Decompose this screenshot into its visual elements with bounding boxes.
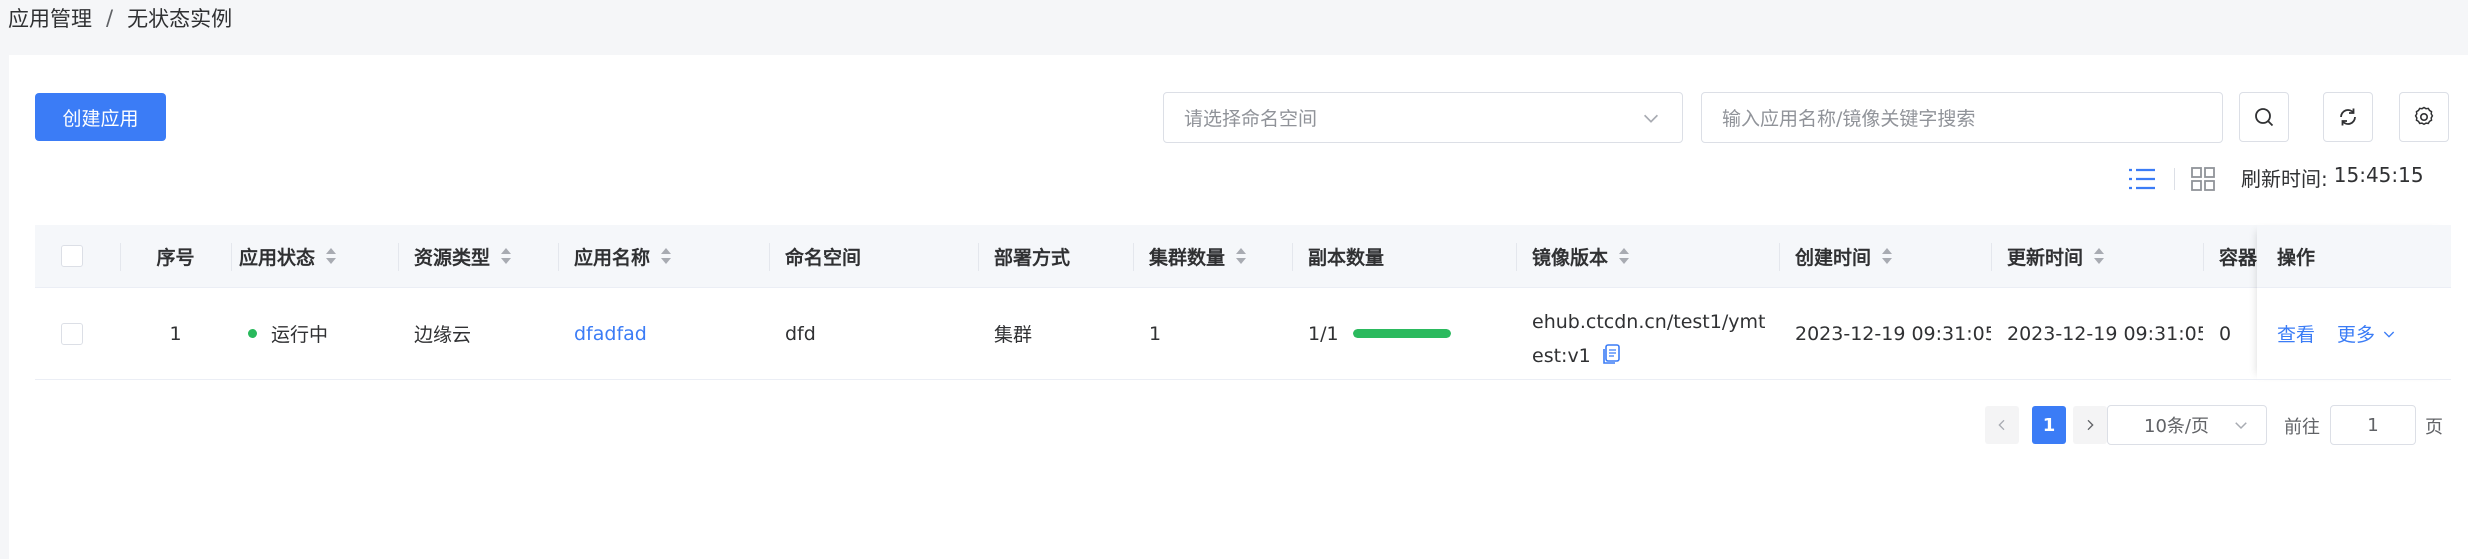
prev-page-button[interactable] bbox=[1985, 406, 2019, 444]
header-resource-type[interactable]: 资源类型 bbox=[398, 225, 558, 287]
row-image-version: ehub.ctcdn.cn/test1/ymtest:v1 bbox=[1516, 288, 1779, 379]
namespace-select[interactable]: 请选择命名空间 bbox=[1163, 92, 1683, 143]
sort-icon bbox=[1882, 248, 1893, 264]
select-all-checkbox[interactable] bbox=[61, 245, 83, 267]
header-actions: 操作 bbox=[2261, 225, 2451, 287]
row-app-name-link[interactable]: dfadfad bbox=[558, 288, 769, 379]
row-index: 1 bbox=[169, 322, 182, 345]
goto-label: 前往 bbox=[2284, 417, 2320, 438]
breadcrumb-parent[interactable]: 应用管理 bbox=[8, 3, 92, 33]
row-actions: 查看 更多 bbox=[2261, 288, 2451, 379]
refresh-label: 刷新时间: bbox=[2241, 167, 2328, 191]
select-all-cell bbox=[61, 225, 101, 287]
refresh-button[interactable] bbox=[2323, 92, 2373, 142]
chevron-down-icon bbox=[1643, 114, 1659, 123]
page-unit-label: 页 bbox=[2425, 417, 2443, 438]
search-icon bbox=[2255, 108, 2274, 127]
chevron-down-icon bbox=[2235, 422, 2247, 430]
chevron-down-icon bbox=[2383, 331, 2395, 338]
header-image-version[interactable]: 镜像版本 bbox=[1516, 225, 1779, 287]
table-row: 1 运行中 边缘云 dfadfad dfd 集群 1 1/1 ehub.ctcd… bbox=[35, 288, 2451, 380]
chevron-right-icon bbox=[2087, 419, 2094, 431]
header-status[interactable]: 应用状态 bbox=[239, 225, 415, 287]
grid-view-icon[interactable] bbox=[2190, 166, 2216, 192]
breadcrumb: 应用管理 / 无状态实例 bbox=[8, 2, 232, 34]
page-size-value: 10条/页 bbox=[2144, 416, 2209, 437]
row-status: 运行中 bbox=[248, 288, 398, 379]
view-link[interactable]: 查看 bbox=[2277, 320, 2315, 347]
header-created[interactable]: 创建时间 bbox=[1779, 225, 1991, 287]
sort-icon bbox=[501, 248, 512, 264]
replica-progress-fill bbox=[1352, 329, 1451, 338]
sort-icon bbox=[1619, 248, 1630, 264]
row-select-cell bbox=[61, 288, 101, 379]
row-checkbox[interactable] bbox=[61, 322, 83, 345]
row-created: 2023-12-19 09:31:05 bbox=[1795, 322, 1991, 345]
search-input[interactable]: 输入应用名称/镜像关键字搜索 bbox=[1701, 92, 2223, 143]
header-index: 序号 bbox=[156, 246, 195, 269]
row-resource-type: 边缘云 bbox=[414, 324, 472, 346]
page-number[interactable]: 1 bbox=[2032, 406, 2066, 444]
breadcrumb-current: 无状态实例 bbox=[127, 7, 233, 31]
header-cluster-count[interactable]: 集群数量 bbox=[1133, 225, 1292, 287]
header-namespace: 命名空间 bbox=[785, 246, 862, 269]
search-button[interactable] bbox=[2239, 92, 2289, 142]
goto-page-input[interactable]: 1 bbox=[2330, 405, 2416, 445]
row-container: 0 bbox=[2219, 322, 2232, 345]
namespace-placeholder: 请选择命名空间 bbox=[1184, 108, 1318, 130]
settings-button[interactable] bbox=[2399, 92, 2449, 142]
search-placeholder: 输入应用名称/镜像关键字搜索 bbox=[1722, 108, 1976, 130]
refresh-icon bbox=[2340, 108, 2356, 126]
copy-icon[interactable] bbox=[1601, 343, 1621, 366]
create-app-button[interactable]: 创建应用 bbox=[35, 93, 166, 141]
sort-icon bbox=[1236, 248, 1247, 264]
sort-icon bbox=[326, 248, 337, 264]
page-size-select[interactable]: 10条/页 bbox=[2107, 405, 2267, 445]
refresh-time-value: 15:45:15 bbox=[2333, 163, 2424, 187]
replica-progress bbox=[1352, 329, 1451, 338]
row-cluster-count: 1 bbox=[1149, 322, 1162, 345]
more-dropdown[interactable]: 更多 bbox=[2337, 320, 2397, 347]
sort-icon bbox=[661, 248, 672, 264]
row-namespace: dfd bbox=[785, 322, 816, 345]
header-container: 容器 bbox=[2219, 246, 2258, 269]
breadcrumb-separator: / bbox=[106, 6, 114, 30]
row-replicas: 1/1 bbox=[1292, 288, 1516, 379]
gear-icon bbox=[2414, 106, 2434, 126]
row-deploy-mode: 集群 bbox=[994, 324, 1033, 346]
list-view-icon[interactable] bbox=[2127, 166, 2157, 192]
table-header: 序号 应用状态 资源类型 应用名称 命名空间 部署方式 集群数量 副本数量 镜像… bbox=[35, 225, 2451, 288]
image-version-text: ehub.ctcdn.cn/test1/ymtest:v1 bbox=[1532, 310, 1766, 367]
row-updated: 2023-12-19 09:31:05 bbox=[2007, 322, 2203, 345]
header-deploy-mode: 部署方式 bbox=[994, 246, 1071, 269]
chevron-left-icon bbox=[1998, 419, 2005, 431]
replica-text: 1/1 bbox=[1308, 322, 1339, 345]
next-page-button[interactable] bbox=[2073, 406, 2107, 444]
header-updated[interactable]: 更新时间 bbox=[1991, 225, 2203, 287]
status-dot bbox=[248, 329, 257, 338]
header-app-name[interactable]: 应用名称 bbox=[558, 225, 769, 287]
refresh-time: 刷新时间: 15:45:15 bbox=[2241, 163, 2424, 192]
header-replica-count: 副本数量 bbox=[1308, 246, 1385, 269]
view-toggle-divider bbox=[2174, 168, 2175, 190]
sort-icon bbox=[2094, 248, 2105, 264]
content-card: 创建应用 请选择命名空间 输入应用名称/镜像关键字搜索 刷新时间: 15:45:… bbox=[9, 55, 2468, 559]
